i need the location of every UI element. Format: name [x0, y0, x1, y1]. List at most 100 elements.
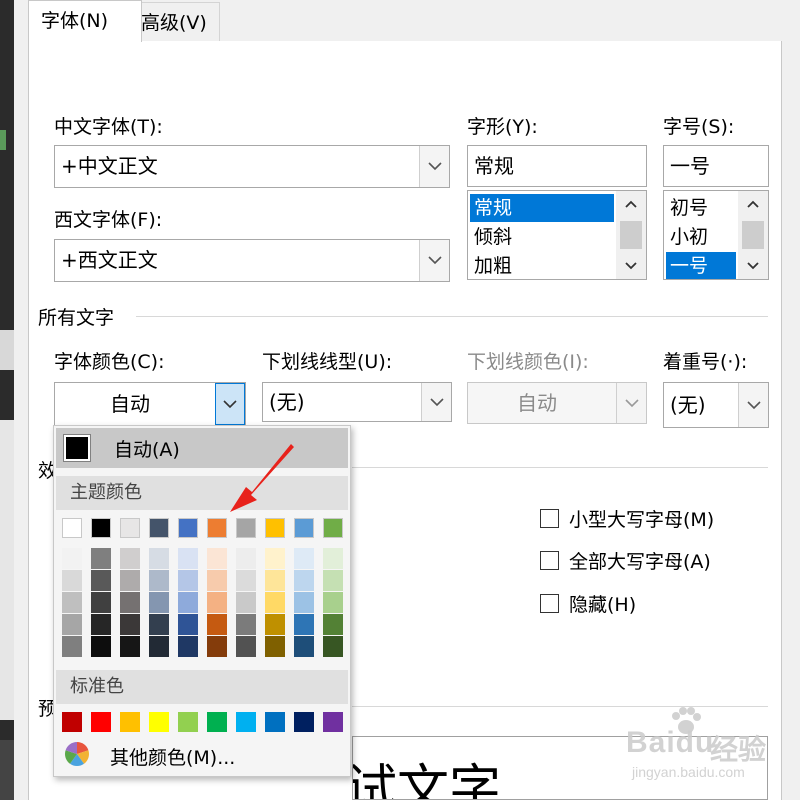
- list-item[interactable]: 小初: [666, 223, 736, 251]
- theme-shade-swatch[interactable]: [91, 636, 111, 657]
- theme-shade-swatch[interactable]: [236, 548, 256, 569]
- list-item[interactable]: 加粗: [470, 252, 614, 279]
- theme-shade-swatch[interactable]: [294, 570, 314, 591]
- theme-shade-swatch[interactable]: [265, 592, 285, 613]
- list-item[interactable]: 倾斜: [470, 223, 614, 251]
- font-size-input[interactable]: 一号: [663, 145, 769, 187]
- theme-shade-swatch[interactable]: [265, 548, 285, 569]
- font-style-input[interactable]: 常规: [467, 145, 647, 187]
- theme-shade-swatch[interactable]: [149, 636, 169, 657]
- theme-shade-swatch[interactable]: [178, 614, 198, 635]
- theme-shade-swatch[interactable]: [207, 570, 227, 591]
- standard-color-swatch[interactable]: [120, 712, 140, 732]
- theme-shade-swatch[interactable]: [236, 636, 256, 657]
- scroll-up-icon[interactable]: [738, 191, 768, 217]
- all-caps-checkbox[interactable]: 全部大写字母(A): [540, 547, 711, 574]
- theme-shade-swatch[interactable]: [294, 636, 314, 657]
- standard-color-swatch[interactable]: [265, 712, 285, 732]
- theme-shade-swatch[interactable]: [207, 636, 227, 657]
- theme-shade-swatch[interactable]: [207, 592, 227, 613]
- scrollbar[interactable]: [616, 191, 646, 279]
- theme-color-swatch[interactable]: [207, 518, 227, 538]
- font-color-combo[interactable]: 自动: [54, 382, 246, 426]
- theme-shade-swatch[interactable]: [91, 570, 111, 591]
- theme-shade-swatch[interactable]: [323, 636, 343, 657]
- list-item[interactable]: 一号: [666, 252, 736, 279]
- theme-shade-swatch[interactable]: [294, 548, 314, 569]
- hidden-checkbox[interactable]: 隐藏(H): [540, 590, 636, 617]
- theme-shade-swatch[interactable]: [265, 570, 285, 591]
- scroll-down-icon[interactable]: [616, 253, 646, 279]
- theme-shade-swatch[interactable]: [236, 592, 256, 613]
- theme-color-swatch[interactable]: [91, 518, 111, 538]
- theme-shade-swatch[interactable]: [178, 592, 198, 613]
- chevron-down-icon[interactable]: [215, 383, 245, 425]
- theme-shade-swatch[interactable]: [120, 614, 140, 635]
- chevron-down-icon[interactable]: [421, 383, 451, 421]
- standard-color-swatch[interactable]: [149, 712, 169, 732]
- theme-shade-swatch[interactable]: [120, 548, 140, 569]
- theme-shade-swatch[interactable]: [91, 592, 111, 613]
- scroll-thumb[interactable]: [620, 221, 642, 249]
- chevron-down-icon[interactable]: [419, 146, 449, 187]
- theme-color-swatch[interactable]: [236, 518, 256, 538]
- theme-shade-swatch[interactable]: [207, 614, 227, 635]
- theme-color-swatch[interactable]: [149, 518, 169, 538]
- checkbox-box[interactable]: [540, 551, 559, 570]
- font-style-list[interactable]: 常规 倾斜 加粗: [467, 190, 647, 280]
- theme-shade-swatch[interactable]: [149, 614, 169, 635]
- theme-shade-swatch[interactable]: [207, 548, 227, 569]
- chinese-font-combo[interactable]: +中文正文: [54, 145, 450, 188]
- standard-color-swatch[interactable]: [323, 712, 343, 732]
- theme-shade-swatch[interactable]: [178, 636, 198, 657]
- auto-color-option[interactable]: 自动(A): [56, 428, 348, 468]
- standard-color-swatch[interactable]: [207, 712, 227, 732]
- chevron-down-icon[interactable]: [738, 383, 768, 427]
- theme-shade-swatch[interactable]: [265, 614, 285, 635]
- theme-shade-swatch[interactable]: [178, 570, 198, 591]
- standard-color-swatch[interactable]: [91, 712, 111, 732]
- theme-shade-swatch[interactable]: [294, 592, 314, 613]
- theme-shade-swatch[interactable]: [149, 548, 169, 569]
- emphasis-mark-combo[interactable]: (无): [663, 382, 769, 428]
- standard-color-swatch[interactable]: [294, 712, 314, 732]
- standard-color-swatch[interactable]: [62, 712, 82, 732]
- list-item[interactable]: 初号: [666, 194, 736, 222]
- checkbox-box[interactable]: [540, 594, 559, 613]
- theme-color-swatch[interactable]: [62, 518, 82, 538]
- scroll-down-icon[interactable]: [738, 253, 768, 279]
- theme-shade-swatch[interactable]: [62, 592, 82, 613]
- theme-shade-swatch[interactable]: [62, 614, 82, 635]
- theme-color-swatch[interactable]: [323, 518, 343, 538]
- tab-font[interactable]: 字体(N): [28, 0, 142, 42]
- standard-color-swatch[interactable]: [178, 712, 198, 732]
- more-colors-option[interactable]: 其他颜色(M)...: [56, 738, 348, 774]
- theme-shade-swatch[interactable]: [323, 592, 343, 613]
- theme-shade-swatch[interactable]: [323, 570, 343, 591]
- theme-shade-swatch[interactable]: [62, 570, 82, 591]
- theme-shade-swatch[interactable]: [120, 636, 140, 657]
- theme-shade-swatch[interactable]: [120, 592, 140, 613]
- western-font-combo[interactable]: +西文正文: [54, 239, 450, 282]
- checkbox-box[interactable]: [540, 509, 559, 528]
- theme-shade-swatch[interactable]: [323, 614, 343, 635]
- small-caps-checkbox[interactable]: 小型大写字母(M): [540, 505, 714, 532]
- theme-color-swatch[interactable]: [120, 518, 140, 538]
- scrollbar[interactable]: [738, 191, 768, 279]
- theme-shade-swatch[interactable]: [294, 614, 314, 635]
- theme-shade-swatch[interactable]: [149, 592, 169, 613]
- theme-shade-swatch[interactable]: [62, 636, 82, 657]
- theme-shade-swatch[interactable]: [323, 548, 343, 569]
- theme-color-swatch[interactable]: [294, 518, 314, 538]
- standard-color-swatch[interactable]: [236, 712, 256, 732]
- underline-style-combo[interactable]: (无): [262, 382, 452, 422]
- list-item[interactable]: 常规: [470, 194, 614, 222]
- chevron-down-icon[interactable]: [419, 240, 449, 281]
- theme-shade-swatch[interactable]: [178, 548, 198, 569]
- theme-color-swatch[interactable]: [178, 518, 198, 538]
- theme-shade-swatch[interactable]: [236, 570, 256, 591]
- theme-shade-swatch[interactable]: [62, 548, 82, 569]
- theme-shade-swatch[interactable]: [91, 614, 111, 635]
- scroll-up-icon[interactable]: [616, 191, 646, 217]
- theme-shade-swatch[interactable]: [120, 570, 140, 591]
